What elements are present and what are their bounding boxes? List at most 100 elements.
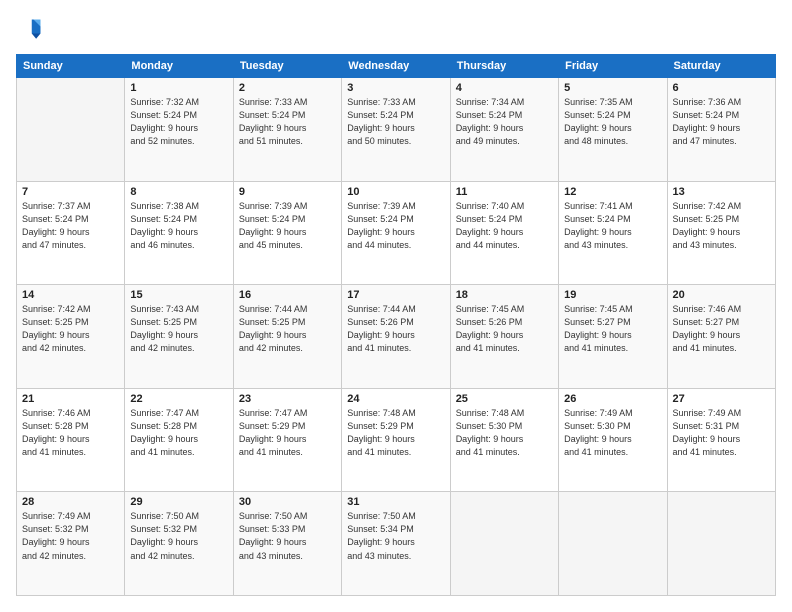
calendar-cell: 6 Sunrise: 7:36 AM Sunset: 5:24 PM Daylig… (667, 78, 775, 182)
day-number: 30 (239, 496, 336, 508)
day-number: 29 (130, 496, 227, 508)
day-number: 9 (239, 186, 336, 198)
calendar-cell: 7 Sunrise: 7:37 AM Sunset: 5:24 PM Daylig… (17, 181, 125, 285)
day-info: Sunrise: 7:45 AM Sunset: 5:26 PM Dayligh… (456, 303, 553, 355)
logo (16, 16, 48, 44)
day-number: 7 (22, 186, 119, 198)
day-number: 1 (130, 82, 227, 94)
calendar-header-wednesday: Wednesday (342, 55, 450, 78)
calendar-week-4: 28 Sunrise: 7:49 AM Sunset: 5:32 PM Dayli… (17, 492, 776, 596)
calendar-header-sunday: Sunday (17, 55, 125, 78)
calendar-cell (559, 492, 667, 596)
day-number: 17 (347, 289, 444, 301)
day-info: Sunrise: 7:33 AM Sunset: 5:24 PM Dayligh… (347, 96, 444, 148)
day-info: Sunrise: 7:42 AM Sunset: 5:25 PM Dayligh… (22, 303, 119, 355)
page: SundayMondayTuesdayWednesdayThursdayFrid… (0, 0, 792, 612)
day-number: 21 (22, 393, 119, 405)
logo-icon (16, 16, 44, 44)
calendar-week-0: 1 Sunrise: 7:32 AM Sunset: 5:24 PM Daylig… (17, 78, 776, 182)
day-info: Sunrise: 7:43 AM Sunset: 5:25 PM Dayligh… (130, 303, 227, 355)
day-number: 6 (673, 82, 770, 94)
calendar-cell: 1 Sunrise: 7:32 AM Sunset: 5:24 PM Daylig… (125, 78, 233, 182)
calendar-cell: 15 Sunrise: 7:43 AM Sunset: 5:25 PM Dayli… (125, 285, 233, 389)
calendar-cell: 2Sunrise: 7:33 AM Sunset: 5:24 PM Daylig… (233, 78, 341, 182)
calendar-header-tuesday: Tuesday (233, 55, 341, 78)
day-number: 13 (673, 186, 770, 198)
day-info: Sunrise: 7:49 AM Sunset: 5:32 PM Dayligh… (22, 510, 119, 562)
calendar-week-3: 21 Sunrise: 7:46 AM Sunset: 5:28 PM Dayli… (17, 388, 776, 492)
day-number: 23 (239, 393, 336, 405)
day-number: 25 (456, 393, 553, 405)
calendar-cell (450, 492, 558, 596)
calendar-cell: 4 Sunrise: 7:34 AM Sunset: 5:24 PM Daylig… (450, 78, 558, 182)
day-number: 16 (239, 289, 336, 301)
day-number: 10 (347, 186, 444, 198)
day-info: Sunrise: 7:32 AM Sunset: 5:24 PM Dayligh… (130, 96, 227, 148)
calendar-cell: 18 Sunrise: 7:45 AM Sunset: 5:26 PM Dayli… (450, 285, 558, 389)
calendar-cell: 10 Sunrise: 7:39 AM Sunset: 5:24 PM Dayli… (342, 181, 450, 285)
calendar-cell (17, 78, 125, 182)
day-number: 26 (564, 393, 661, 405)
day-info: Sunrise: 7:46 AM Sunset: 5:28 PM Dayligh… (22, 407, 119, 459)
day-number: 5 (564, 82, 661, 94)
calendar-header-row: SundayMondayTuesdayWednesdayThursdayFrid… (17, 55, 776, 78)
calendar-cell: 26 Sunrise: 7:49 AM Sunset: 5:30 PM Dayli… (559, 388, 667, 492)
day-number: 27 (673, 393, 770, 405)
day-number: 3 (347, 82, 444, 94)
day-info: Sunrise: 7:41 AM Sunset: 5:24 PM Dayligh… (564, 200, 661, 252)
calendar-cell: 21 Sunrise: 7:46 AM Sunset: 5:28 PM Dayli… (17, 388, 125, 492)
day-number: 15 (130, 289, 227, 301)
day-number: 2 (239, 82, 336, 94)
calendar-header-thursday: Thursday (450, 55, 558, 78)
day-info: Sunrise: 7:50 AM Sunset: 5:32 PM Dayligh… (130, 510, 227, 562)
day-number: 28 (22, 496, 119, 508)
day-number: 12 (564, 186, 661, 198)
day-info: Sunrise: 7:46 AM Sunset: 5:27 PM Dayligh… (673, 303, 770, 355)
calendar-cell: 23 Sunrise: 7:47 AM Sunset: 5:29 PM Dayli… (233, 388, 341, 492)
day-info: Sunrise: 7:48 AM Sunset: 5:30 PM Dayligh… (456, 407, 553, 459)
day-number: 20 (673, 289, 770, 301)
calendar-cell: 14Sunrise: 7:42 AM Sunset: 5:25 PM Dayli… (17, 285, 125, 389)
day-number: 8 (130, 186, 227, 198)
day-number: 11 (456, 186, 553, 198)
day-info: Sunrise: 7:37 AM Sunset: 5:24 PM Dayligh… (22, 200, 119, 252)
calendar-cell: 9 Sunrise: 7:39 AM Sunset: 5:24 PM Daylig… (233, 181, 341, 285)
day-info: Sunrise: 7:48 AM Sunset: 5:29 PM Dayligh… (347, 407, 444, 459)
day-info: Sunrise: 7:42 AM Sunset: 5:25 PM Dayligh… (673, 200, 770, 252)
calendar-cell: 8Sunrise: 7:38 AM Sunset: 5:24 PM Daylig… (125, 181, 233, 285)
day-info: Sunrise: 7:34 AM Sunset: 5:24 PM Dayligh… (456, 96, 553, 148)
calendar-cell: 29 Sunrise: 7:50 AM Sunset: 5:32 PM Dayli… (125, 492, 233, 596)
day-info: Sunrise: 7:49 AM Sunset: 5:31 PM Dayligh… (673, 407, 770, 459)
calendar-cell: 13 Sunrise: 7:42 AM Sunset: 5:25 PM Dayli… (667, 181, 775, 285)
day-number: 4 (456, 82, 553, 94)
calendar-cell: 30 Sunrise: 7:50 AM Sunset: 5:33 PM Dayli… (233, 492, 341, 596)
day-info: Sunrise: 7:50 AM Sunset: 5:34 PM Dayligh… (347, 510, 444, 562)
day-number: 24 (347, 393, 444, 405)
day-info: Sunrise: 7:47 AM Sunset: 5:28 PM Dayligh… (130, 407, 227, 459)
day-info: Sunrise: 7:45 AM Sunset: 5:27 PM Dayligh… (564, 303, 661, 355)
day-number: 31 (347, 496, 444, 508)
calendar-cell: 31 Sunrise: 7:50 AM Sunset: 5:34 PM Dayli… (342, 492, 450, 596)
calendar-cell: 24 Sunrise: 7:48 AM Sunset: 5:29 PM Dayli… (342, 388, 450, 492)
day-info: Sunrise: 7:40 AM Sunset: 5:24 PM Dayligh… (456, 200, 553, 252)
day-info: Sunrise: 7:50 AM Sunset: 5:33 PM Dayligh… (239, 510, 336, 562)
day-info: Sunrise: 7:49 AM Sunset: 5:30 PM Dayligh… (564, 407, 661, 459)
day-number: 18 (456, 289, 553, 301)
calendar-week-2: 14Sunrise: 7:42 AM Sunset: 5:25 PM Dayli… (17, 285, 776, 389)
day-info: Sunrise: 7:39 AM Sunset: 5:24 PM Dayligh… (347, 200, 444, 252)
calendar-header-monday: Monday (125, 55, 233, 78)
day-info: Sunrise: 7:36 AM Sunset: 5:24 PM Dayligh… (673, 96, 770, 148)
day-info: Sunrise: 7:39 AM Sunset: 5:24 PM Dayligh… (239, 200, 336, 252)
calendar-header-saturday: Saturday (667, 55, 775, 78)
day-info: Sunrise: 7:47 AM Sunset: 5:29 PM Dayligh… (239, 407, 336, 459)
calendar-cell: 12 Sunrise: 7:41 AM Sunset: 5:24 PM Dayli… (559, 181, 667, 285)
calendar-header-friday: Friday (559, 55, 667, 78)
calendar-week-1: 7 Sunrise: 7:37 AM Sunset: 5:24 PM Daylig… (17, 181, 776, 285)
calendar-cell: 22Sunrise: 7:47 AM Sunset: 5:28 PM Dayli… (125, 388, 233, 492)
calendar-cell (667, 492, 775, 596)
calendar-cell: 11 Sunrise: 7:40 AM Sunset: 5:24 PM Dayli… (450, 181, 558, 285)
calendar-cell: 25 Sunrise: 7:48 AM Sunset: 5:30 PM Dayli… (450, 388, 558, 492)
calendar-cell: 16Sunrise: 7:44 AM Sunset: 5:25 PM Dayli… (233, 285, 341, 389)
calendar-cell: 19Sunrise: 7:45 AM Sunset: 5:27 PM Dayli… (559, 285, 667, 389)
calendar-cell: 5Sunrise: 7:35 AM Sunset: 5:24 PM Daylig… (559, 78, 667, 182)
